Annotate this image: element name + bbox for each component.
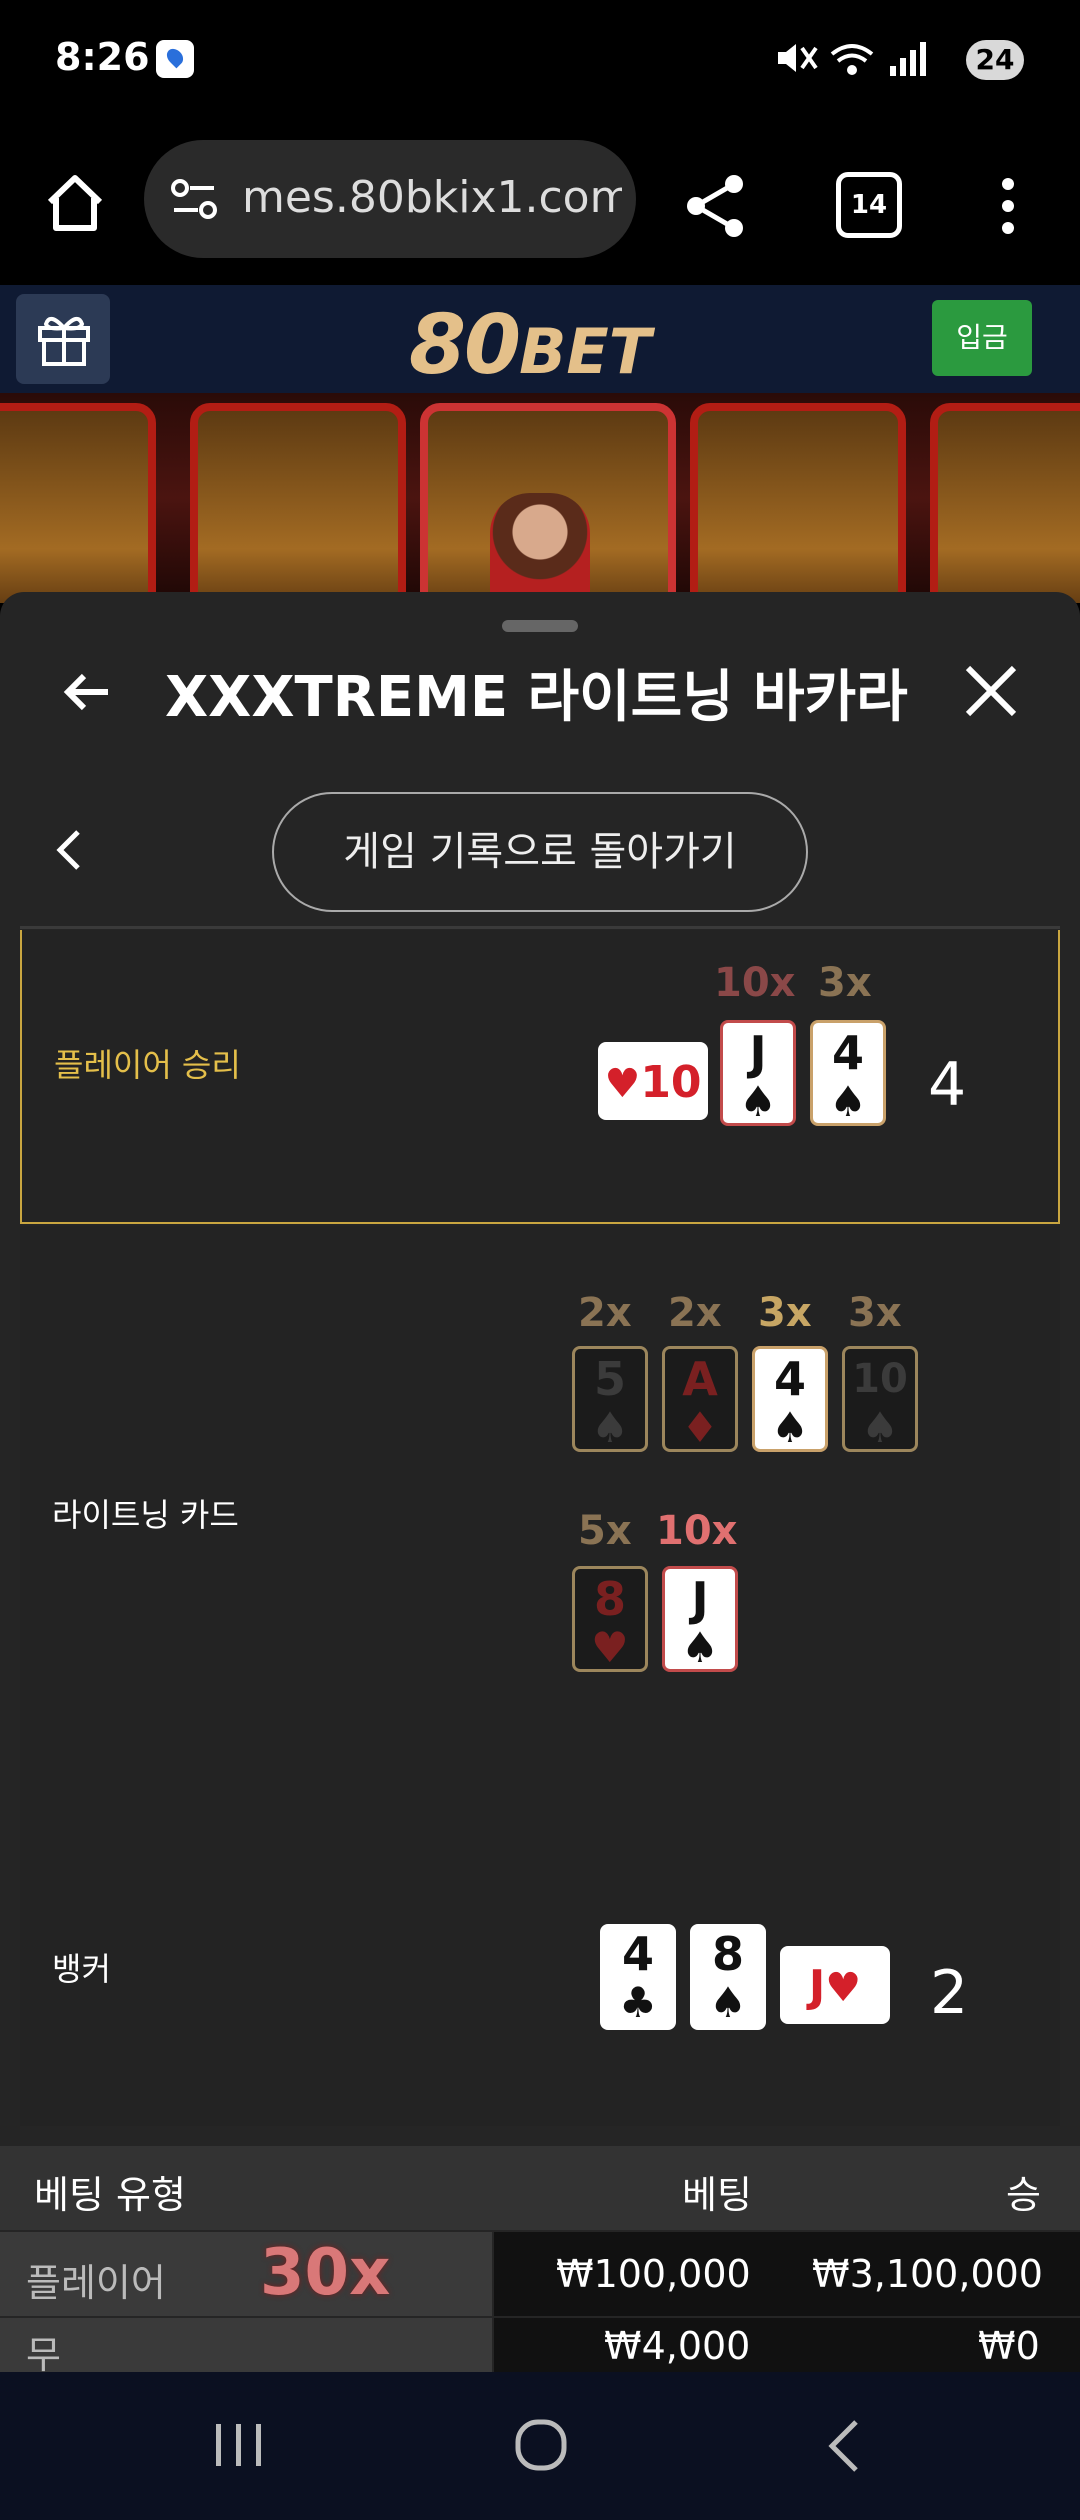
back-nav-icon[interactable] <box>824 2418 864 2474</box>
card-rank: J <box>749 1026 767 1080</box>
player-side-card: ♥10 <box>598 1042 708 1120</box>
card-rank: 8 <box>711 1927 744 1981</box>
bet-type: 무 <box>26 2333 61 2372</box>
player-score: 4 <box>928 1050 967 1120</box>
previous-button[interactable] <box>50 826 86 874</box>
card-rank: 8 <box>593 1572 626 1626</box>
card-rank: 4 <box>621 1927 654 1981</box>
banker-label: 뱅커 <box>52 1950 111 1988</box>
status-icons <box>770 36 970 89</box>
live-video-preview <box>0 393 1080 603</box>
card-multiplier: 2x <box>578 1290 632 1336</box>
deposit-button[interactable]: 입금 <box>932 300 1032 376</box>
column-win: 승 <box>1006 2173 1041 2217</box>
spade-icon: ♠ <box>771 1403 809 1452</box>
heart-icon: ♥ <box>604 1061 641 1107</box>
chevron-left-icon <box>56 830 80 870</box>
home-button[interactable] <box>40 168 110 238</box>
win-multiplier: 30x <box>260 2236 391 2310</box>
card-multiplier: 3x <box>758 1290 812 1336</box>
banker-score: 2 <box>930 1958 969 2028</box>
divider <box>20 926 1060 929</box>
bet-amount: ₩4,000 <box>604 2324 751 2368</box>
logo-word: BET <box>519 315 652 388</box>
heart-icon: ♥ <box>591 1623 629 1672</box>
win-amount: ₩0 <box>978 2324 1040 2368</box>
panel-title: XXXTREME 라이트닝 바카라 <box>165 665 908 730</box>
diamond-icon: ♦ <box>681 1403 719 1452</box>
pin-icon <box>156 40 194 78</box>
player-result-label: 플레이어 승리 <box>54 1046 241 1084</box>
home-nav-icon[interactable] <box>514 2418 568 2472</box>
lightning-label: 라이트닝 카드 <box>52 1496 239 1534</box>
spade-icon: ♠ <box>861 1403 899 1452</box>
player-card: J ♠ <box>720 1020 796 1126</box>
gift-icon <box>38 316 90 366</box>
status-time: 8:26 <box>55 35 150 79</box>
mute-icon <box>778 44 818 72</box>
column-bet-type: 베팅 유형 <box>34 2173 186 2217</box>
bet-amount: ₩100,000 <box>556 2252 751 2296</box>
card-rank: 10 <box>640 1057 702 1108</box>
home-icon <box>47 175 103 231</box>
tabs-button[interactable]: 14 <box>836 172 902 238</box>
table-row: 무 ₩4,000 ₩0 <box>0 2318 1080 2372</box>
lightning-card: J ♠ <box>662 1566 738 1672</box>
dealer-figure <box>490 493 590 603</box>
back-button[interactable] <box>58 662 118 722</box>
card-multiplier: 3x <box>848 1290 902 1336</box>
signal-icon <box>890 42 926 76</box>
spade-icon: ♠ <box>709 1978 747 2027</box>
card-multiplier: 2x <box>668 1290 722 1336</box>
card-multiplier: 5x <box>578 1508 632 1554</box>
close-icon <box>965 665 1017 717</box>
battery-indicator: 24 <box>966 40 1024 80</box>
site-settings-icon <box>171 179 217 219</box>
more-icon <box>1002 178 1014 234</box>
column-bet: 베팅 <box>682 2173 752 2217</box>
card-multiplier: 10x <box>714 960 796 1006</box>
heart-icon: ♥ <box>825 1965 862 2011</box>
wifi-icon <box>830 44 874 75</box>
spade-icon: ♠ <box>829 1077 867 1126</box>
table-row: 플레이어 30x ₩100,000 ₩3,100,000 <box>0 2232 1080 2316</box>
player-card: 4 ♠ <box>810 1020 886 1126</box>
system-navigation-bar <box>0 2372 1080 2520</box>
lightning-card: 10 ♠ <box>842 1346 918 1452</box>
spade-icon: ♠ <box>681 1623 719 1672</box>
card-rank: J <box>808 1961 826 2012</box>
logo-number: 80 <box>408 298 521 393</box>
banker-card: 4 ♣ <box>600 1924 676 2030</box>
recent-apps-icon[interactable] <box>212 2420 266 2470</box>
spade-icon: ♠ <box>739 1077 777 1126</box>
more-button[interactable] <box>990 170 1026 242</box>
card-multiplier: 10x <box>656 1508 738 1554</box>
back-to-history-button[interactable]: 게임 기록으로 돌아가기 <box>272 792 808 912</box>
lightning-card: A ♦ <box>662 1346 738 1452</box>
lightning-card: 4 ♠ <box>752 1346 828 1452</box>
card-rank: J <box>691 1572 709 1626</box>
lightning-card: 5 ♠ <box>572 1346 648 1452</box>
bet-type: 플레이어 <box>26 2261 166 2305</box>
drag-handle[interactable] <box>502 620 578 632</box>
card-rank: 4 <box>773 1352 806 1406</box>
share-button[interactable] <box>680 170 752 242</box>
gift-button[interactable] <box>16 294 110 384</box>
card-rank: 5 <box>593 1352 626 1406</box>
card-multiplier: 3x <box>818 960 872 1006</box>
spade-icon: ♠ <box>591 1403 629 1452</box>
win-amount: ₩3,100,000 <box>812 2252 1043 2296</box>
lightning-card: 8 ♥ <box>572 1566 648 1672</box>
banker-card: 8 ♠ <box>690 1924 766 2030</box>
banker-side-card: J♥ <box>780 1946 890 2024</box>
arrow-left-icon <box>63 673 108 711</box>
close-button[interactable] <box>960 660 1022 722</box>
share-icon <box>687 175 743 237</box>
site-logo[interactable]: 80BET <box>380 298 680 393</box>
card-rank: 10 <box>852 1356 908 1402</box>
url-text[interactable]: mes.80bkix1.com <box>242 172 622 223</box>
card-rank: A <box>682 1352 718 1406</box>
card-rank: 4 <box>831 1026 864 1080</box>
club-icon: ♣ <box>619 1978 657 2027</box>
